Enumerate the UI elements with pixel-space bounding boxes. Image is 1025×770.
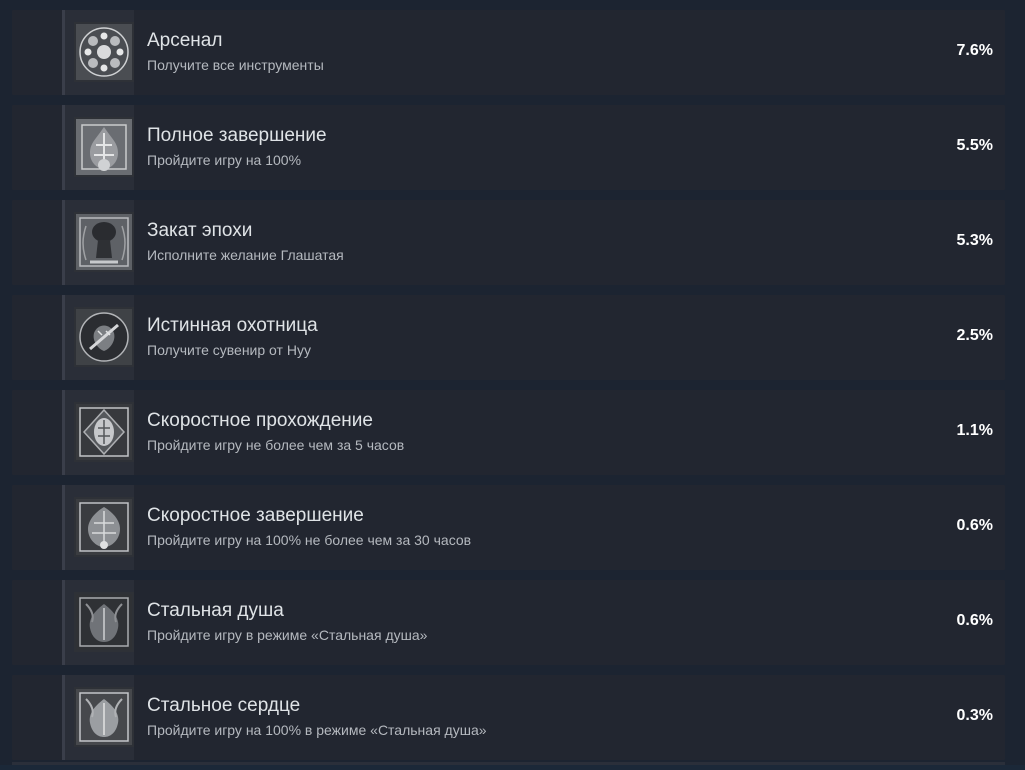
achievement-percent: 0.3% (956, 707, 993, 724)
achievement-description: Пройдите игру на 100% в режиме «Стальная… (147, 722, 487, 738)
achievement-description: Пройдите игру в режиме «Стальная душа» (147, 627, 428, 643)
progress-edge (62, 675, 65, 760)
progress-edge (62, 105, 65, 190)
achievement-description: Получите сувенир от Нуу (147, 342, 311, 358)
achievement-list: Арсенал Получите все инструменты 7.6% По… (12, 10, 1005, 770)
achievement-row[interactable]: Стальная душа Пройдите игру в режиме «Ст… (12, 580, 1005, 665)
speed-completion-icon (74, 497, 134, 557)
achievement-title: Истинная охотница (147, 315, 318, 336)
herald-icon (74, 212, 134, 272)
steel-soul-icon (74, 592, 134, 652)
arsenal-tools-icon (74, 22, 134, 82)
achievement-percent: 0.6% (956, 612, 993, 629)
achievement-description: Пройдите игру не более чем за 5 часов (147, 437, 405, 453)
achievement-percent: 5.5% (956, 137, 993, 154)
speedrun-icon (74, 402, 134, 462)
achievement-title: Стальное сердце (147, 695, 301, 716)
true-huntress-icon (74, 307, 134, 367)
achievement-percent: 0.6% (956, 517, 993, 534)
achievement-title: Закат эпохи (147, 220, 253, 241)
achievement-row[interactable]: Скоростное прохождение Пройдите игру не … (12, 390, 1005, 475)
achievement-row[interactable]: Закат эпохи Исполните желание Глашатая 5… (12, 200, 1005, 285)
achievement-title: Полное завершение (147, 125, 327, 146)
progress-edge (62, 295, 65, 380)
achievement-description: Пройдите игру на 100% (147, 152, 302, 168)
achievement-row[interactable]: Стальное сердце Пройдите игру на 100% в … (12, 675, 1005, 760)
progress-edge (62, 580, 65, 665)
achievement-description: Получите все инструменты (147, 57, 324, 73)
achievement-percent: 1.1% (956, 422, 993, 439)
progress-edge (62, 10, 65, 95)
achievement-percent: 7.6% (956, 42, 993, 59)
achievement-title: Скоростное завершение (147, 505, 364, 526)
achievement-percent: 5.3% (956, 232, 993, 249)
achievement-title: Стальная душа (147, 600, 284, 621)
achievement-row[interactable]: Истинная охотница Получите сувенир от Ну… (12, 295, 1005, 380)
achievement-row[interactable]: Скоростное завершение Пройдите игру на 1… (12, 485, 1005, 570)
achievement-description: Пройдите игру на 100% не более чем за 30… (147, 532, 472, 548)
steel-heart-icon (74, 687, 134, 747)
progress-edge (62, 200, 65, 285)
full-completion-icon (74, 117, 134, 177)
achievement-row[interactable]: Полное завершение Пройдите игру на 100% … (12, 105, 1005, 190)
achievement-title: Скоростное прохождение (147, 410, 373, 431)
progress-edge (62, 390, 65, 475)
achievement-row[interactable]: Арсенал Получите все инструменты 7.6% (12, 10, 1005, 95)
achievement-percent: 2.5% (956, 327, 993, 344)
achievement-title: Арсенал (147, 30, 223, 51)
achievement-description: Исполните желание Глашатая (147, 247, 344, 263)
progress-edge (62, 485, 65, 570)
